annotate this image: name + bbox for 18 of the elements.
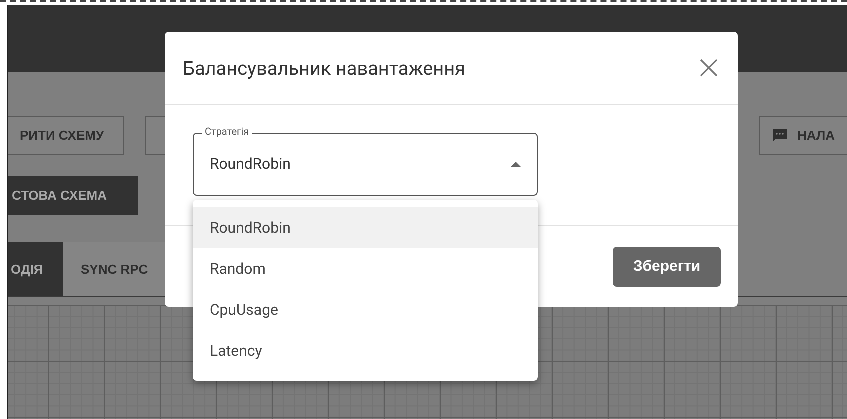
sample-scheme-button[interactable]: СТОВА СХЕМА	[8, 176, 138, 215]
menu-option[interactable]: Random	[193, 248, 538, 289]
menu-option[interactable]: RoundRobin	[193, 207, 538, 248]
field-label: Стратегія	[204, 127, 250, 139]
menu-option[interactable]: CpuUsage	[193, 289, 538, 330]
open-scheme-button[interactable]: РИТИ СХЕМУ	[8, 116, 124, 155]
chat-icon	[772, 128, 788, 144]
save-button[interactable]: Зберегти	[613, 246, 721, 286]
settings-button[interactable]: НАЛА	[758, 116, 847, 155]
caret-icon	[511, 162, 521, 166]
select-value: RoundRobin	[210, 155, 291, 173]
tab[interactable]: ОДІЯ	[8, 242, 63, 296]
menu-option[interactable]: Latency	[193, 330, 538, 371]
dialog-title: Балансувальник навантаження	[183, 56, 466, 80]
close-button[interactable]	[698, 57, 720, 79]
strategy-select[interactable]: Стратегія RoundRobin	[193, 127, 538, 196]
tab[interactable]: SYNC RPC	[63, 242, 165, 296]
close-icon	[698, 57, 720, 79]
